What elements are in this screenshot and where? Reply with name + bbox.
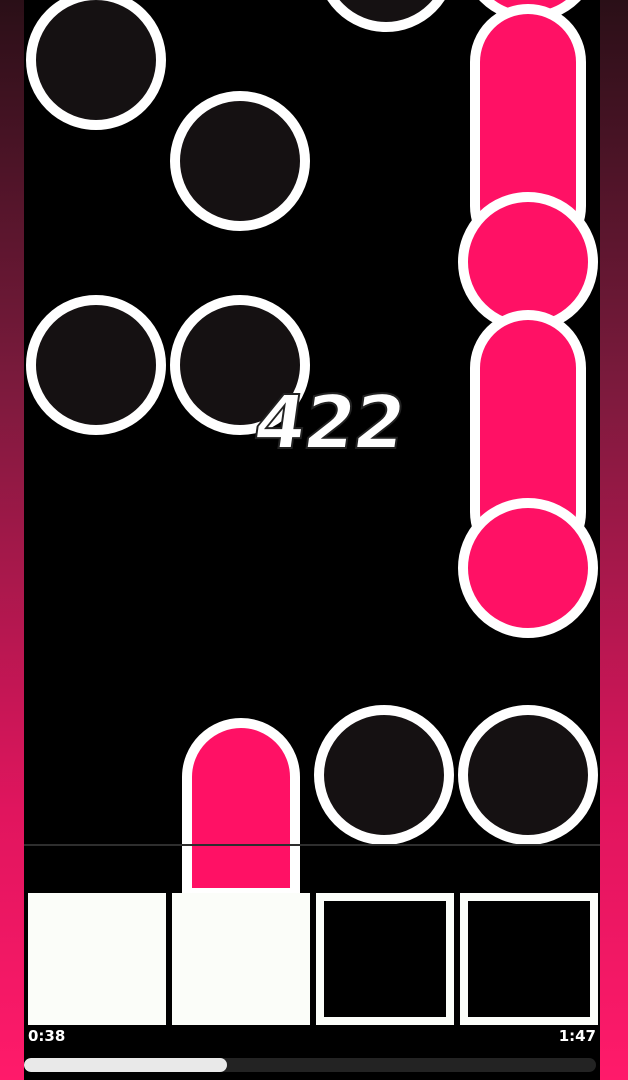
tap-note[interactable] [26,0,166,130]
lane-pad-4[interactable] [460,893,598,1025]
score-counter: 422 [248,379,411,467]
elapsed-time: 0:38 [28,1027,66,1045]
left-gradient-border [0,0,24,1080]
tap-note[interactable] [170,91,310,231]
tap-note[interactable] [316,0,456,32]
active-hold-note[interactable] [182,718,300,898]
right-gradient-border [600,0,628,1080]
playfield: 422 [24,0,600,1080]
lane-pad-1[interactable] [28,893,166,1025]
tap-note[interactable] [314,705,454,845]
lane-pad-2[interactable] [172,893,310,1025]
song-progress-fill [24,1058,228,1072]
tap-note[interactable] [26,295,166,435]
song-progress-bar[interactable] [24,1058,596,1072]
total-time: 1:47 [558,1027,596,1045]
judgement-line [24,844,600,846]
hold-note-head[interactable] [458,498,598,638]
game-screen: 422 0:38 1:47 [0,0,628,1080]
tap-note[interactable] [458,705,598,845]
lane-pad-3[interactable] [316,893,454,1025]
